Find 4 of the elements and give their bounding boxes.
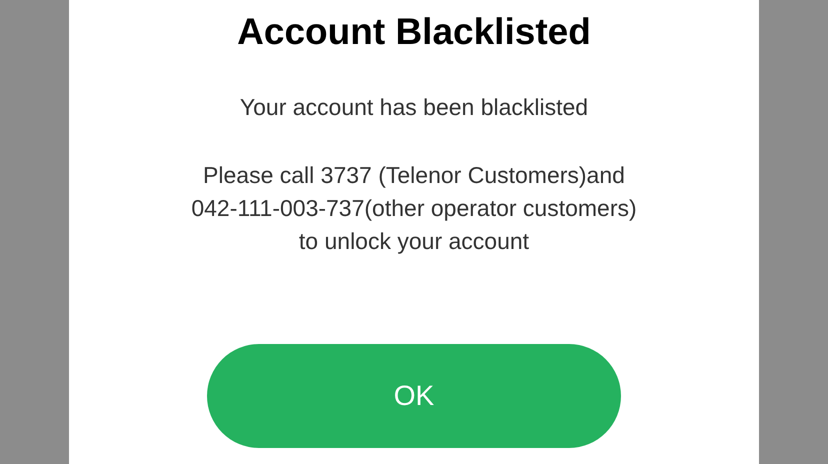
dialog-message: Please call 3737 (Telenor Customers)and 042-111-003-737(other operator customers) to unlock your account <box>191 161 637 256</box>
dialog-title: Account Blacklisted <box>237 10 591 54</box>
ok-button[interactable]: OK <box>207 344 621 448</box>
dialog-subtitle: Your account has been blacklisted <box>240 93 588 122</box>
